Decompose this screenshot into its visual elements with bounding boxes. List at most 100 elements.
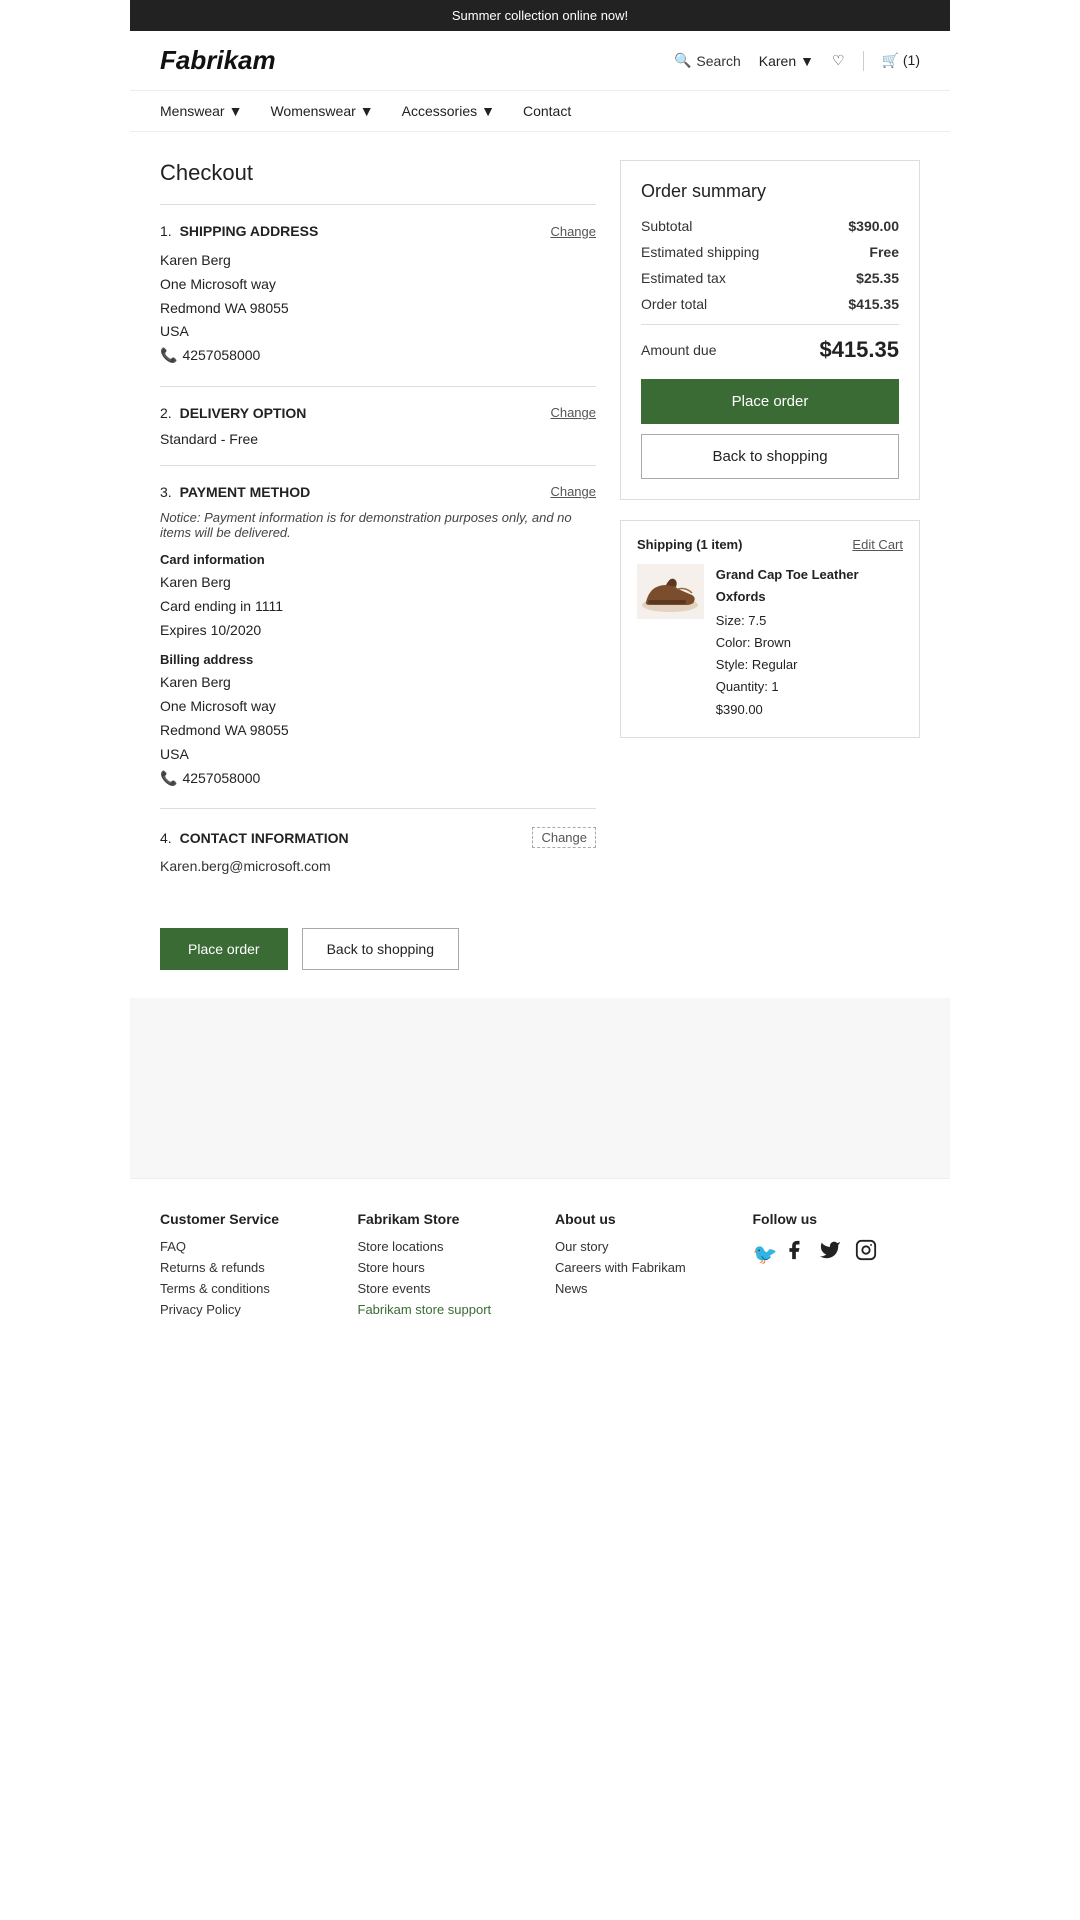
order-summary-title: Order summary (641, 181, 899, 202)
footer-careers-link[interactable]: Careers with Fabrikam (555, 1260, 723, 1275)
cart-section: Shipping (1 item) Edit Cart Grand Cap To… (620, 520, 920, 738)
chevron-down-icon: ▼ (229, 103, 243, 119)
shipping-value: Free (869, 244, 899, 260)
search-icon: 🔍 (674, 52, 691, 69)
footer-about-us: About us Our story Careers with Fabrikam… (555, 1211, 723, 1323)
footer-store-locations-link[interactable]: Store locations (358, 1239, 526, 1254)
chevron-down-icon: ▼ (481, 103, 495, 119)
header-right: 🔍 Search Karen ▼ ♡ 🛒 (1) (674, 51, 920, 71)
footer-store-support-link[interactable]: Fabrikam store support (358, 1302, 526, 1317)
subtotal-label: Subtotal (641, 218, 692, 234)
billing-address-block: Karen Berg One Microsoft way Redmond WA … (160, 671, 596, 790)
contact-section-title: 4. CONTACT INFORMATION (160, 830, 349, 846)
shipping-change-button[interactable]: Change (550, 224, 596, 239)
amount-due-row: Amount due $415.35 (641, 337, 899, 363)
tax-value: $25.35 (856, 270, 899, 286)
facebook-icon[interactable]: 🐦 (753, 1239, 805, 1267)
footer-store-hours-link[interactable]: Store hours (358, 1260, 526, 1275)
payment-title-text: PAYMENT METHOD (180, 484, 311, 500)
payment-section-title: 3. PAYMENT METHOD (160, 484, 310, 500)
logo[interactable]: Fabrikam (160, 45, 276, 76)
edit-cart-button[interactable]: Edit Cart (852, 537, 903, 552)
footer-store-events-link[interactable]: Store events (358, 1281, 526, 1296)
footer-fabrikam-store: Fabrikam Store Store locations Store hou… (358, 1211, 526, 1323)
delivery-change-button[interactable]: Change (550, 405, 596, 420)
cart-item-color: Color: Brown (716, 632, 903, 654)
nav-womenswear[interactable]: Womenswear ▼ (270, 103, 373, 119)
footer: Customer Service FAQ Returns & refunds T… (130, 1178, 950, 1347)
total-label: Order total (641, 296, 707, 312)
amount-due-label: Amount due (641, 342, 717, 358)
contact-email: Karen.berg@microsoft.com (160, 858, 596, 874)
shipping-title-text: SHIPPING ADDRESS (180, 223, 319, 239)
card-info-label: Card information (160, 552, 596, 567)
delivery-option: Standard - Free (160, 431, 596, 447)
place-order-button-summary[interactable]: Place order (641, 379, 899, 424)
user-menu[interactable]: Karen ▼ (759, 53, 814, 69)
footer-terms-link[interactable]: Terms & conditions (160, 1281, 328, 1296)
cart-item-style: Style: Regular (716, 654, 903, 676)
shipping-address-block: Karen Berg One Microsoft way Redmond WA … (160, 249, 596, 368)
shipping-step: 1. (160, 223, 172, 239)
footer-our-story-link[interactable]: Our story (555, 1239, 723, 1254)
footer-follow-us: Follow us 🐦 (753, 1211, 921, 1323)
billing-country: USA (160, 743, 596, 767)
cart-item-price: $390.00 (716, 699, 903, 721)
search-button[interactable]: 🔍 Search (674, 52, 741, 69)
delivery-step: 2. (160, 405, 172, 421)
billing-address2: Redmond WA 98055 (160, 719, 596, 743)
shipping-phone-number: 4257058000 (182, 344, 260, 368)
payment-change-button[interactable]: Change (550, 484, 596, 499)
bottom-actions: Place order Back to shopping (160, 910, 596, 970)
wishlist-button[interactable]: ♡ (832, 52, 845, 69)
footer-news-link[interactable]: News (555, 1281, 723, 1296)
contact-step: 4. (160, 830, 172, 846)
summary-shipping-row: Estimated shipping Free (641, 244, 899, 260)
cart-shipping-label: Shipping (1 item) (637, 537, 742, 552)
cart-button[interactable]: 🛒 (1) (882, 52, 920, 69)
nav-menswear[interactable]: Menswear ▼ (160, 103, 242, 119)
contact-title-text: CONTACT INFORMATION (180, 830, 349, 846)
delivery-section-title: 2. DELIVERY OPTION (160, 405, 306, 421)
footer-privacy-link[interactable]: Privacy Policy (160, 1302, 328, 1317)
delivery-section-header: 2. DELIVERY OPTION Change (160, 405, 596, 421)
cart-item-details: Grand Cap Toe Leather Oxfords Size: 7.5 … (716, 564, 903, 721)
total-value: $415.35 (848, 296, 899, 312)
search-label: Search (696, 53, 740, 69)
footer-spacer (130, 998, 950, 1178)
delivery-title-text: DELIVERY OPTION (180, 405, 307, 421)
back-shopping-button-summary[interactable]: Back to shopping (641, 434, 899, 479)
footer-store-title: Fabrikam Store (358, 1211, 526, 1227)
contact-section-header: 4. CONTACT INFORMATION Change (160, 827, 596, 848)
contact-change-button[interactable]: Change (532, 827, 596, 848)
cart-item-image (637, 564, 704, 619)
phone-icon: 📞 (160, 767, 177, 791)
back-shopping-button-bottom[interactable]: Back to shopping (302, 928, 459, 970)
cart-item: Grand Cap Toe Leather Oxfords Size: 7.5 … (637, 564, 903, 721)
top-banner: Summer collection online now! (130, 0, 950, 31)
footer-columns: Customer Service FAQ Returns & refunds T… (160, 1211, 920, 1323)
shipping-label: Estimated shipping (641, 244, 759, 260)
nav-contact-label: Contact (523, 103, 571, 119)
checkout-left: Checkout 1. SHIPPING ADDRESS Change Kare… (160, 160, 596, 970)
amount-due-value: $415.35 (819, 337, 899, 363)
twitter-icon[interactable] (819, 1239, 841, 1267)
phone-icon: 📞 (160, 344, 177, 368)
nav-contact[interactable]: Contact (523, 103, 571, 119)
payment-notice: Notice: Payment information is for demon… (160, 510, 596, 540)
footer-follow-title: Follow us (753, 1211, 921, 1227)
nav-accessories[interactable]: Accessories ▼ (402, 103, 495, 119)
order-summary-box: Order summary Subtotal $390.00 Estimated… (620, 160, 920, 500)
card-expires: Expires 10/2020 (160, 619, 596, 643)
place-order-button-bottom[interactable]: Place order (160, 928, 288, 970)
instagram-icon[interactable] (855, 1239, 877, 1267)
footer-faq-link[interactable]: FAQ (160, 1239, 328, 1254)
billing-label: Billing address (160, 652, 596, 667)
billing-phone-number: 4257058000 (182, 767, 260, 791)
footer-customer-service-title: Customer Service (160, 1211, 328, 1227)
summary-tax-row: Estimated tax $25.35 (641, 270, 899, 286)
billing-phone: 📞 4257058000 (160, 767, 596, 791)
footer-returns-link[interactable]: Returns & refunds (160, 1260, 328, 1275)
shoe-icon (638, 567, 703, 617)
card-ending: Card ending in 1111 (160, 595, 596, 619)
